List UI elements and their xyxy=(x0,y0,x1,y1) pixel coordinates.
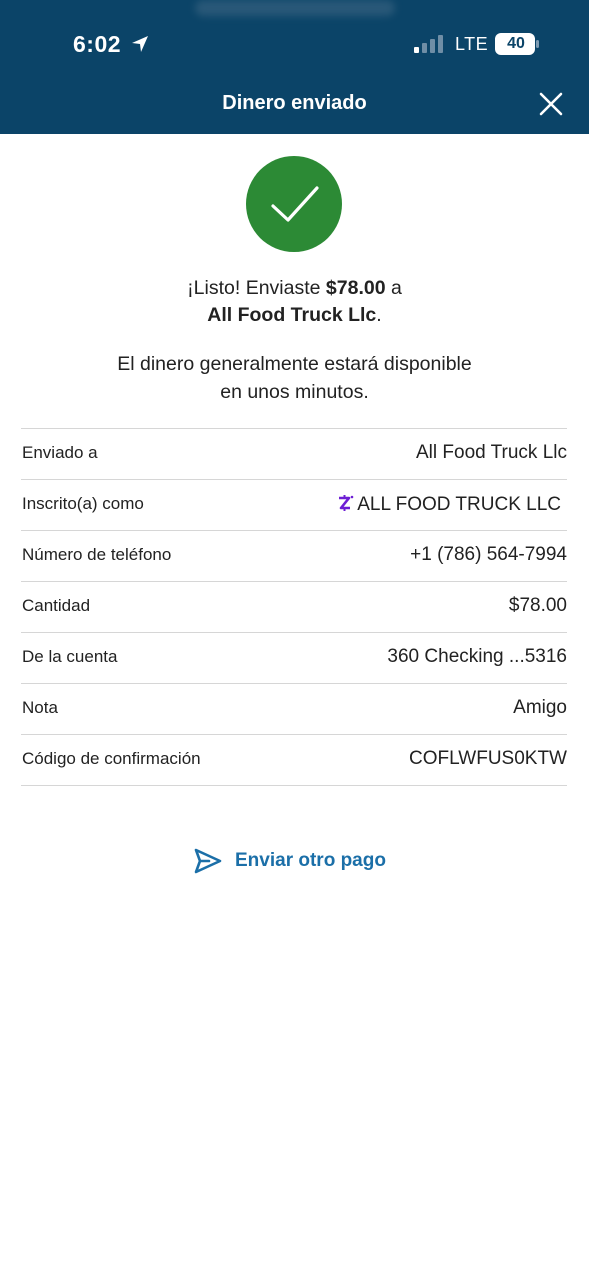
detail-label: Nota xyxy=(22,698,58,717)
confirmation-prefix: ¡Listo! Enviaste xyxy=(187,277,326,299)
availability-line-1: El dinero generalmente estará disponible xyxy=(117,353,472,375)
detail-label: Número de teléfono xyxy=(22,545,172,564)
location-arrow-icon xyxy=(132,36,148,52)
detail-label: Cantidad xyxy=(22,596,91,615)
send-arrow-icon xyxy=(194,848,222,874)
status-time: 6:02 xyxy=(73,31,122,57)
availability-line-2: en unos minutos. xyxy=(220,381,369,403)
confirmation-amount: $78.00 xyxy=(325,277,386,299)
close-icon[interactable] xyxy=(536,89,566,119)
detail-value: +1 (786) 564-7994 xyxy=(410,544,567,565)
top-header: 6:02 LTE 40 Dinero enviado xyxy=(0,0,589,134)
detail-row-amount: Cantidad $78.00 xyxy=(21,581,567,632)
page-title: Dinero enviado xyxy=(222,92,367,114)
confirmation-suffix: . xyxy=(376,304,382,326)
success-check-icon xyxy=(246,156,342,252)
detail-label: Inscrito(a) como xyxy=(22,494,144,513)
detail-value: 360 Checking ...5316 xyxy=(387,646,567,667)
battery-level: 40 xyxy=(507,35,525,52)
detail-label: Código de confirmación xyxy=(22,749,201,768)
signal-bars-icon xyxy=(414,35,443,53)
detail-value: $78.00 xyxy=(508,595,567,616)
detail-value: COFLWFUS0KTW xyxy=(409,748,567,769)
detail-label: De la cuenta xyxy=(22,647,118,666)
confirmation-message: ¡Listo! Enviaste $78.00 a All Food Truck… xyxy=(0,275,589,329)
detail-value: ALL FOOD TRUCK LLC xyxy=(357,494,561,515)
detail-row-enrolled-as: Inscrito(a) como ALL FOOD TRUCK LLC xyxy=(21,479,567,530)
detail-row-confirmation-code: Código de confirmación COFLWFUS0KTW xyxy=(21,734,567,786)
availability-note: El dinero generalmente estará disponible… xyxy=(80,350,509,406)
detail-row-note: Nota Amigo xyxy=(21,683,567,734)
detail-value-wrapper: ALL FOOD TRUCK LLC xyxy=(335,493,561,516)
detail-label: Enviado a xyxy=(22,443,98,462)
detail-row-sent-to: Enviado a All Food Truck Llc xyxy=(21,428,567,479)
zelle-icon xyxy=(339,495,354,511)
detail-value: All Food Truck Llc xyxy=(416,442,567,463)
send-another-payment-label: Enviar otro pago xyxy=(235,850,386,871)
network-type: LTE xyxy=(455,34,489,54)
blurred-notification xyxy=(195,0,395,16)
detail-row-from-account: De la cuenta 360 Checking ...5316 xyxy=(21,632,567,683)
detail-value: Amigo xyxy=(513,697,567,718)
detail-row-phone: Número de teléfono +1 (786) 564-7994 xyxy=(21,530,567,581)
send-another-payment-button[interactable]: Enviar otro pago xyxy=(193,845,386,877)
payment-details: Enviado a All Food Truck Llc Inscrito(a)… xyxy=(21,428,567,786)
confirmation-middle: a xyxy=(385,277,402,299)
confirmation-recipient: All Food Truck Llc xyxy=(207,304,377,326)
